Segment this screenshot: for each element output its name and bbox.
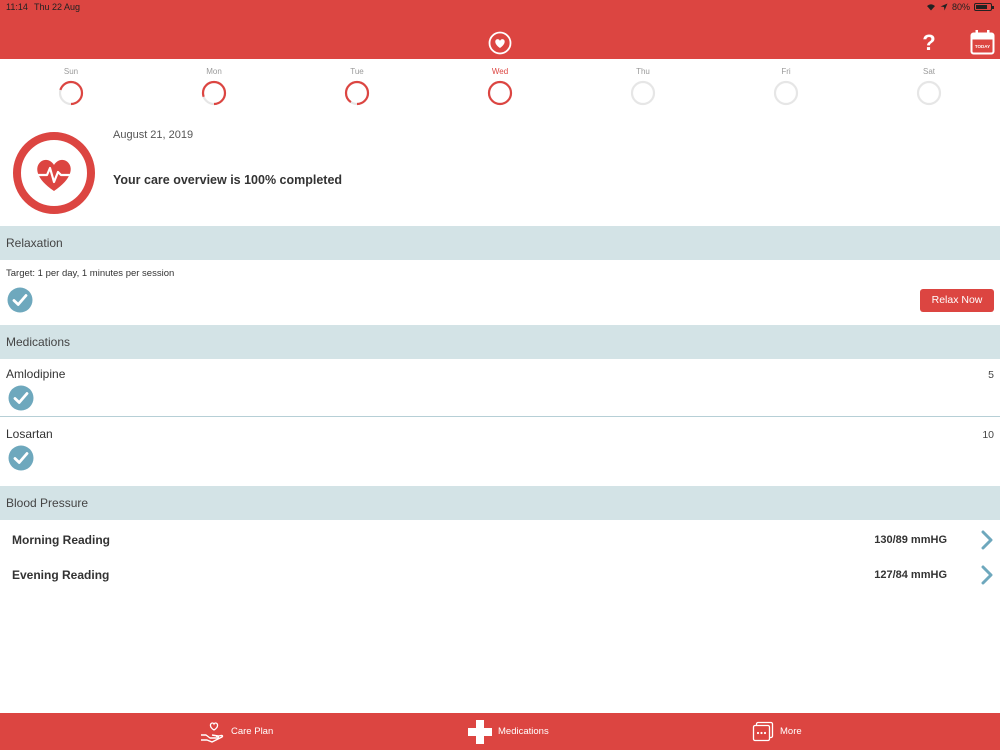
relaxation-target: Target: 1 per day, 1 minutes per session (6, 268, 175, 279)
day-label: Thu (636, 67, 650, 76)
day-label: Sat (922, 67, 935, 76)
heart-pulse-icon (13, 132, 95, 214)
bp-reading-value: 130/89 mmHG (874, 534, 947, 546)
blood-pressure-header: Blood Pressure (0, 486, 1000, 520)
location-icon (940, 3, 948, 11)
week-progress-strip: Sun Mon Tue Wed Thu Fri Sat (0, 59, 1000, 113)
day-tue[interactable]: Tue (327, 67, 387, 106)
day-progress-ring (773, 80, 799, 106)
day-progress-ring (344, 80, 370, 106)
chevron-right-icon[interactable] (980, 565, 994, 585)
medical-cross-icon (468, 719, 492, 744)
divider (0, 416, 1000, 417)
day-label: Sun (63, 67, 79, 76)
tab-more-label: More (780, 726, 802, 737)
relax-now-button[interactable]: Relax Now (920, 289, 994, 312)
bottom-tab-bar: Care Plan Medications More (0, 713, 1000, 750)
wifi-icon (926, 4, 935, 11)
tab-care-plan[interactable]: Care Plan (199, 713, 273, 750)
day-label: Fri (781, 67, 791, 76)
medication-quantity: 5 (988, 369, 994, 381)
battery-icon (974, 3, 994, 11)
medication-name: Losartan (6, 427, 53, 441)
day-wed[interactable]: Wed (470, 67, 530, 106)
medication-quantity: 10 (982, 429, 994, 441)
medication-name: Amlodipine (6, 367, 66, 381)
tab-care-plan-label: Care Plan (231, 726, 274, 737)
overview-date: August 21, 2019 (113, 129, 194, 141)
day-progress-ring (630, 80, 656, 106)
overview-message: Your care overview is 100% completed (113, 173, 343, 187)
day-label: Wed (491, 67, 509, 76)
help-button[interactable]: ? (918, 30, 940, 56)
medications-header: Medications (0, 325, 1000, 359)
battery-percent: 80% (951, 2, 970, 12)
day-thu[interactable]: Thu (613, 67, 673, 106)
bp-reading-value: 127/84 mmHG (874, 569, 947, 581)
day-progress-ring (487, 80, 513, 106)
care-plan-icon (201, 721, 224, 743)
day-progress-ring (916, 80, 942, 106)
tab-medications[interactable]: Medications (468, 713, 549, 750)
day-label: Tue (350, 67, 364, 76)
more-icon (752, 721, 774, 741)
status-date: Thu 22 Aug (34, 2, 81, 12)
day-progress-ring (201, 80, 227, 106)
day-sun[interactable]: Sun (41, 67, 101, 106)
relaxation-header: Relaxation (0, 226, 1000, 260)
check-icon[interactable] (7, 287, 33, 313)
day-label: Mon (206, 67, 222, 76)
heart-icon (488, 31, 512, 55)
bp-reading-label[interactable]: Evening Reading (12, 568, 109, 582)
chevron-right-icon[interactable] (980, 530, 994, 550)
check-icon[interactable] (8, 445, 34, 471)
check-icon[interactable] (8, 385, 34, 411)
status-time: 11:14 (6, 2, 28, 12)
status-indicators: 80% (926, 2, 994, 12)
calendar-today-label: TODAY (975, 44, 990, 49)
day-fri[interactable]: Fri (756, 67, 816, 106)
bp-reading-label[interactable]: Morning Reading (12, 533, 110, 547)
calendar-today-icon[interactable]: TODAY (970, 29, 995, 55)
care-overview: August 21, 2019 Your care overview is 10… (0, 113, 1000, 225)
tab-more[interactable]: More (752, 713, 802, 750)
day-mon[interactable]: Mon (184, 67, 244, 106)
day-progress-ring (58, 80, 84, 106)
top-bar: 11:14 Thu 22 Aug 80% ? TODAY (0, 0, 1000, 59)
day-sat[interactable]: Sat (899, 67, 959, 106)
tab-medications-label: Medications (498, 726, 549, 737)
